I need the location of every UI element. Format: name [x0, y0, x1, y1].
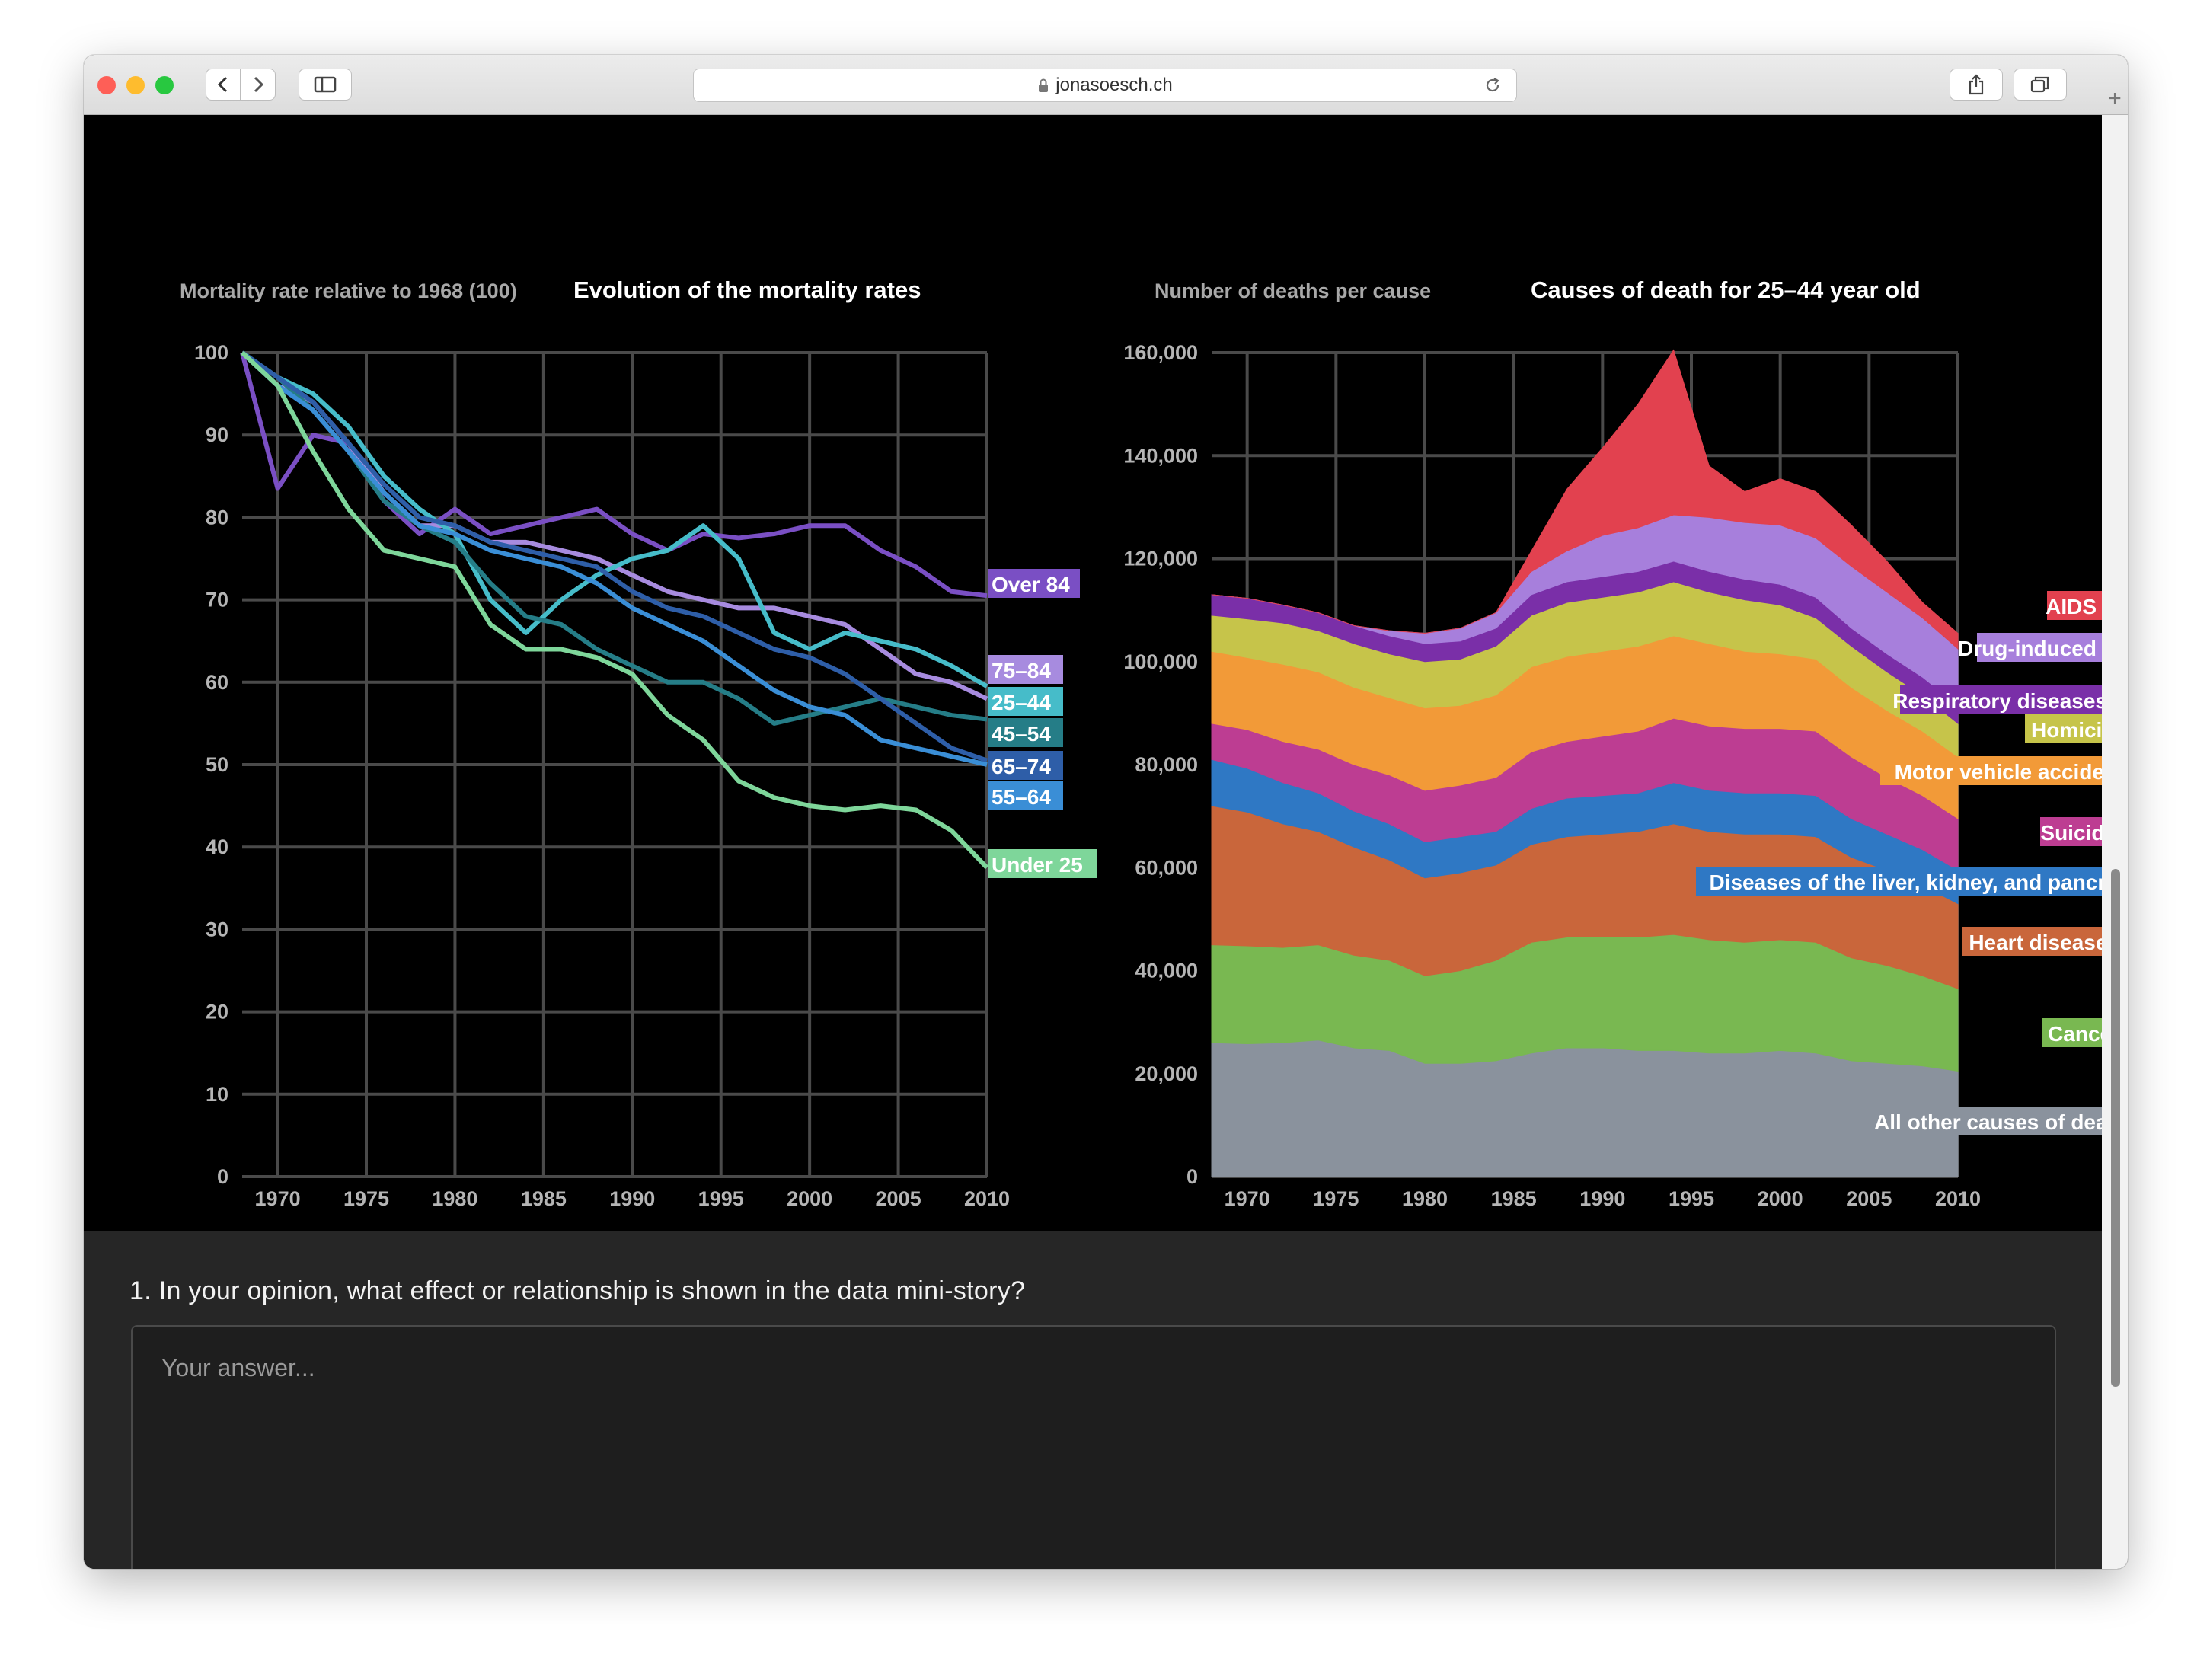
- x-tick-label: 2000: [1758, 1187, 1803, 1210]
- y-tick-label: 60: [206, 671, 228, 694]
- chart2-y-axis-label: Number of deaths per cause: [1155, 279, 1431, 302]
- series-label: Respiratory diseases: [1892, 689, 2102, 713]
- zoom-window-button[interactable]: [155, 76, 174, 94]
- series-label: Over 84: [992, 573, 1070, 596]
- series-label: Under 25: [992, 853, 1083, 877]
- y-tick-label: 70: [206, 589, 228, 612]
- x-tick-label: 2010: [1935, 1187, 1981, 1210]
- series-label: 25–44: [992, 691, 1051, 714]
- share-icon: [1969, 74, 1984, 95]
- y-tick-label: 40: [206, 835, 228, 858]
- series-label: Drug-induced: [1958, 637, 2097, 660]
- x-tick-label: 1985: [521, 1187, 567, 1210]
- y-tick-label: 60,000: [1135, 856, 1198, 879]
- scrollbar-thumb[interactable]: [2111, 869, 2120, 1387]
- chart2-title: Causes of death for 25–44 year old: [1531, 276, 1921, 303]
- x-tick-label: 1995: [698, 1187, 744, 1210]
- y-tick-label: 20: [206, 1001, 228, 1024]
- series-label: 55–64: [992, 785, 1051, 809]
- y-tick-label: 30: [206, 918, 228, 941]
- tabs-overview-button[interactable]: [2014, 69, 2067, 101]
- share-button[interactable]: [1950, 69, 2003, 101]
- x-tick-label: 2005: [876, 1187, 921, 1210]
- question-text: 1. In your opinion, what effect or relat…: [129, 1276, 1026, 1305]
- back-button[interactable]: [206, 69, 241, 101]
- y-tick-label: 140,000: [1123, 444, 1198, 467]
- close-window-button[interactable]: [97, 76, 116, 94]
- area-layers: [1211, 349, 1959, 1177]
- x-tick-label: 1970: [255, 1187, 301, 1210]
- series-label: Motor vehicle accidents: [1895, 760, 2102, 784]
- series-label: AIDS: [2046, 595, 2097, 618]
- line-series-Under 25: [240, 350, 989, 870]
- x-tick-label: 2000: [787, 1187, 832, 1210]
- y-tick-label: 100,000: [1123, 650, 1198, 673]
- address-bar[interactable]: jonasoesch.ch: [693, 69, 1517, 102]
- y-tick-label: 50: [206, 753, 228, 776]
- x-tick-label: 1975: [1313, 1187, 1359, 1210]
- y-tick-label: 20,000: [1135, 1062, 1198, 1085]
- x-tick-label: 2005: [1846, 1187, 1892, 1210]
- page-content: Mortality rate relative to 1968 (100) Ev…: [84, 115, 2128, 1569]
- series-label: 45–54: [992, 722, 1051, 746]
- y-tick-label: 90: [206, 423, 228, 446]
- lock-icon: [1039, 78, 1049, 92]
- grid: 1970 1975 1980 1985 1990 1995 2000 2005 20100102…: [194, 341, 1010, 1210]
- line-series-75–84: [240, 350, 988, 701]
- chart1-y-axis-label: Mortality rate relative to 1968 (100): [180, 279, 517, 302]
- chevron-right-icon: [254, 76, 263, 93]
- sidebar-icon: [314, 76, 337, 93]
- x-tick-label: 1970: [1225, 1187, 1270, 1210]
- series-label: 75–84: [992, 659, 1051, 682]
- y-tick-label: 160,000: [1123, 341, 1198, 364]
- x-tick-label: 1990: [1579, 1187, 1625, 1210]
- series-label: Homicide: [2031, 718, 2102, 742]
- area-series-All other causes of death: [1211, 1040, 1959, 1177]
- y-tick-label: 80: [206, 506, 228, 529]
- x-tick-label: 2010: [964, 1187, 1010, 1210]
- line-series-55–64: [240, 350, 988, 767]
- new-tab-plus-icon[interactable]: +: [2102, 84, 2128, 114]
- x-tick-label: 1980: [1402, 1187, 1448, 1210]
- y-tick-label: 0: [1186, 1165, 1198, 1188]
- chevron-left-icon: [217, 76, 228, 93]
- line-series-Over 84: [240, 352, 988, 599]
- answer-textarea[interactable]: [131, 1325, 2056, 1569]
- series-label: Cancer: [2048, 1022, 2102, 1046]
- series-label: Heart diseases: [1969, 931, 2102, 954]
- forward-button[interactable]: [241, 69, 276, 101]
- x-tick-label: 1990: [609, 1187, 655, 1210]
- y-tick-label: 40,000: [1135, 960, 1198, 982]
- causes-of-death-area-chart: 1970 1975 1980 1985 1990 1995 2000 2005 2010 0 20,…: [1123, 341, 2128, 1210]
- question-panel: 1. In your opinion, what effect or relat…: [84, 1231, 2102, 1569]
- y-tick-label: 100: [194, 341, 228, 364]
- series-label: Suicide: [2040, 821, 2102, 845]
- x-tick-label: 1980: [432, 1187, 477, 1210]
- page-scrollbar[interactable]: [2102, 115, 2128, 1569]
- x-tick-label: 1975: [343, 1187, 389, 1210]
- y-tick-label: 120,000: [1123, 548, 1198, 570]
- minimize-window-button[interactable]: [126, 76, 145, 94]
- sidebar-toggle-button[interactable]: [299, 69, 352, 101]
- url-text: jonasoesch.ch: [1055, 75, 1173, 95]
- tabs-icon: [2030, 76, 2049, 93]
- chart1-title: Evolution of the mortality rates: [573, 276, 921, 303]
- x-tick-label: 1985: [1491, 1187, 1537, 1210]
- x-tick-label: 1995: [1669, 1187, 1714, 1210]
- y-tick-label: 10: [206, 1083, 228, 1106]
- series-label: 65–74: [992, 755, 1051, 778]
- browser-toolbar: jonasoesch.ch: [84, 55, 2128, 115]
- browser-window: jonasoesch.ch + Mortality rate relative …: [84, 55, 2128, 1569]
- series-label: Diseases of the liver, kidney, and pancr…: [1709, 870, 2102, 894]
- series-label: All other causes of death: [1874, 1110, 2102, 1134]
- mortality-rate-line-chart: 1970 1975 1980 1985 1990 1995 2000 2005 20100102…: [194, 341, 1097, 1210]
- y-tick-label: 0: [217, 1165, 228, 1188]
- charts-area: Mortality rate relative to 1968 (100) Ev…: [180, 276, 2128, 1210]
- y-tick-label: 80,000: [1135, 753, 1198, 776]
- reload-icon[interactable]: [1483, 75, 1503, 95]
